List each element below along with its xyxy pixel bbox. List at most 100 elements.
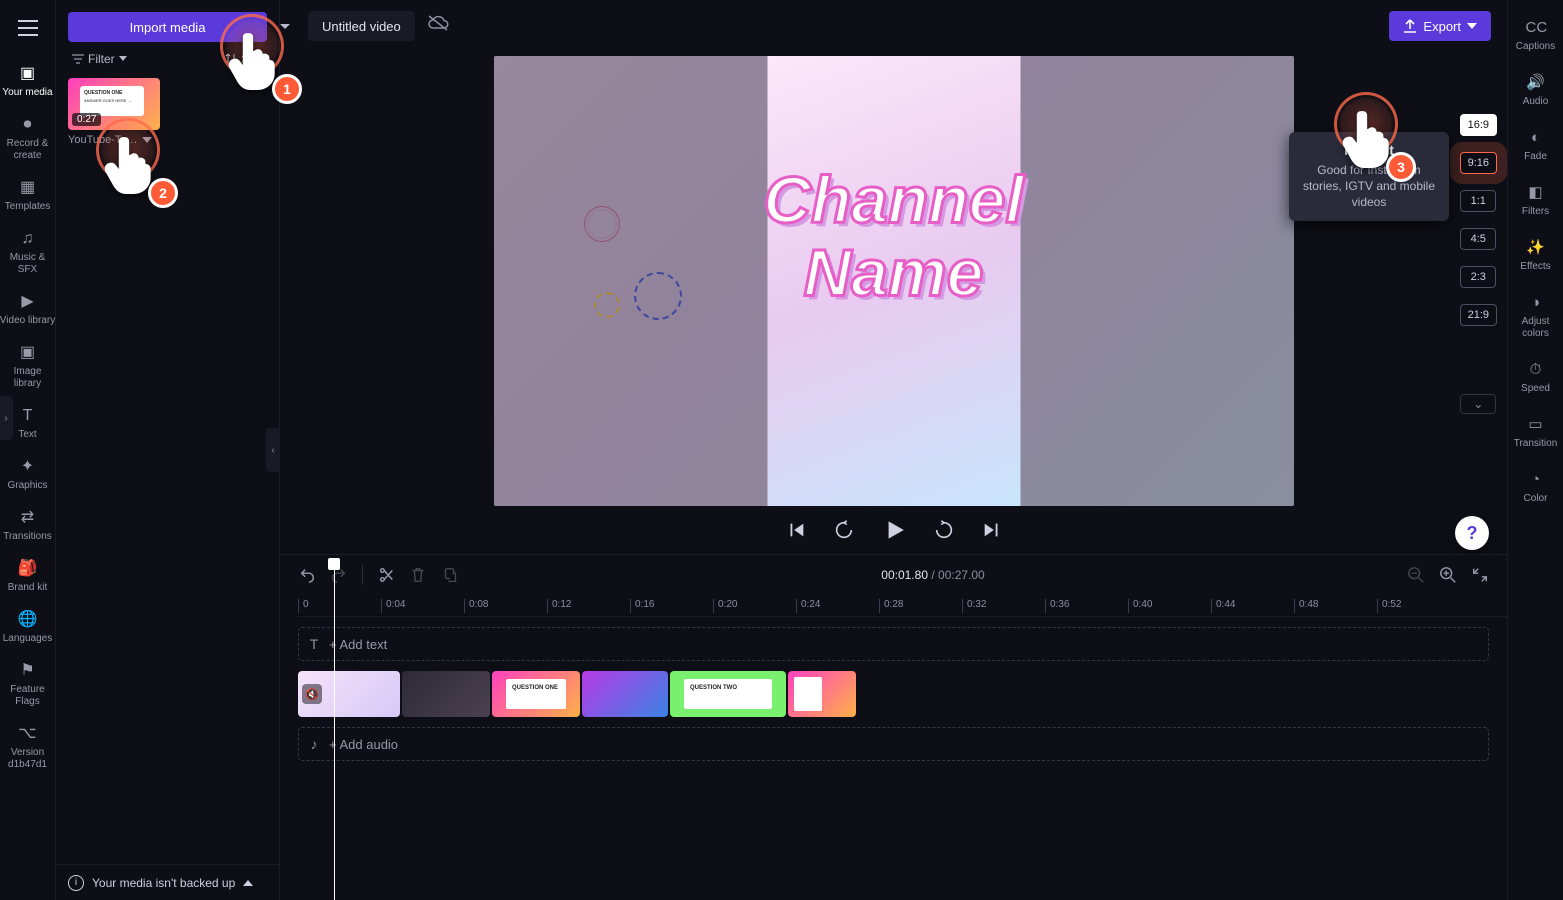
- featureflags-icon: ⚑: [18, 661, 38, 681]
- aspect-4-5[interactable]: 4:5: [1460, 228, 1496, 250]
- aspect-more-button[interactable]: ⌄: [1460, 394, 1496, 414]
- timeline: 00:01.80 / 00:27.00 00:040:080:120:160:2…: [280, 554, 1507, 900]
- aspect-21-9[interactable]: 21:9: [1460, 304, 1497, 326]
- leftnav-image-lib[interactable]: ▣Image library: [0, 337, 56, 400]
- clip-1[interactable]: 🔇: [298, 671, 400, 717]
- media-thumbnail[interactable]: QUESTION ONE ANSWER GOES HERE → 0:27 You…: [68, 78, 160, 146]
- ruler-tick: 0:20: [713, 599, 737, 613]
- video-track[interactable]: 🔇 QUESTION ONE QUESTION TWO: [298, 671, 1489, 717]
- music-icon: ♫: [18, 229, 38, 249]
- skip-end-button[interactable]: [981, 519, 1003, 541]
- leftnav-featureflags[interactable]: ⚑Feature Flags: [0, 655, 56, 718]
- rightnav-effects[interactable]: ✨Effects: [1508, 230, 1563, 285]
- aspect-9-16[interactable]: 9:16: [1460, 152, 1497, 174]
- clip-4[interactable]: [582, 671, 668, 717]
- captions-icon: CC: [1526, 18, 1546, 38]
- leftnav-record[interactable]: ⏺Record & create: [0, 109, 56, 172]
- rightnav-fade[interactable]: ◐ Fade: [1508, 120, 1563, 175]
- text-track[interactable]: T + Add text: [298, 627, 1489, 661]
- preview-canvas[interactable]: Channel Name: [494, 56, 1294, 506]
- main-area: Untitled video Export Channel Name: [280, 0, 1507, 900]
- sort-button[interactable]: Sort: [225, 52, 263, 66]
- leftnav-label: Text: [18, 429, 36, 440]
- delete-button[interactable]: [409, 566, 427, 584]
- zoom-fit-button[interactable]: [1471, 566, 1489, 584]
- ruler-tick: 0:08: [464, 599, 488, 613]
- clip-2[interactable]: [402, 671, 490, 717]
- export-label: Export: [1423, 19, 1461, 34]
- project-title-input[interactable]: Untitled video: [308, 11, 415, 41]
- leftnav-label: Image library: [14, 366, 42, 389]
- rightnav-label: Speed: [1521, 383, 1550, 394]
- record-icon: ⏺: [18, 115, 38, 135]
- clip-3[interactable]: QUESTION ONE: [492, 671, 580, 717]
- rightnav-audio[interactable]: 🔊Audio: [1508, 65, 1563, 120]
- rightnav-label: Fade: [1524, 151, 1547, 162]
- leftnav-templates[interactable]: ▦Templates: [0, 172, 56, 223]
- leftnav-video-lib[interactable]: ▶Video library: [0, 286, 56, 337]
- clip-6[interactable]: [788, 671, 856, 717]
- leftnav-graphics[interactable]: ✦Graphics: [0, 451, 56, 502]
- text-track-placeholder: + Add text: [329, 637, 387, 652]
- menu-button[interactable]: [8, 8, 48, 48]
- aspect-16-9[interactable]: 16:9: [1460, 114, 1497, 136]
- leftnav-label: Music & SFX: [10, 252, 46, 275]
- split-button[interactable]: [377, 566, 395, 584]
- zoom-out-button[interactable]: [1407, 566, 1425, 584]
- duplicate-button[interactable]: [441, 566, 459, 584]
- rightnav-transition[interactable]: ▭Transition: [1508, 407, 1563, 462]
- leftnav-languages[interactable]: 🌐Languages: [0, 604, 56, 655]
- zoom-in-button[interactable]: [1439, 566, 1457, 584]
- ruler-tick: 0: [298, 599, 309, 613]
- skip-start-button[interactable]: [785, 519, 807, 541]
- clip-mute-icon[interactable]: 🔇: [302, 684, 322, 704]
- aspect-2-3[interactable]: 2:3: [1460, 266, 1496, 288]
- rightnav-label: Adjust colors: [1522, 316, 1550, 339]
- ruler-tick: 0:24: [796, 599, 820, 613]
- leftnav-label: Version d1b47d1: [8, 747, 47, 770]
- import-media-button[interactable]: Import media: [68, 12, 267, 42]
- fade-icon: ◐: [1526, 128, 1546, 148]
- rightnav-captions[interactable]: CCCaptions: [1508, 10, 1563, 65]
- rightnav-label: Filters: [1522, 206, 1549, 217]
- collapse-media-panel[interactable]: ‹: [266, 428, 280, 472]
- preview-title-text: Channel Name: [763, 163, 1023, 308]
- backup-message: Your media isn't backed up: [92, 876, 235, 890]
- rightnav-filters[interactable]: ◧Filters: [1508, 175, 1563, 230]
- color-icon: ◔: [1526, 470, 1546, 490]
- leftnav-music[interactable]: ♫ Music & SFX: [0, 223, 56, 286]
- forward-10-button[interactable]: [933, 519, 955, 541]
- rightnav-speed[interactable]: ⏱ Speed: [1508, 352, 1563, 407]
- info-icon: i: [68, 875, 84, 891]
- rewind-10-button[interactable]: [833, 519, 855, 541]
- leftnav-label: Video library: [0, 315, 55, 326]
- effects-icon: ✨: [1526, 238, 1546, 258]
- backup-warning[interactable]: i Your media isn't backed up: [56, 864, 279, 900]
- filter-button[interactable]: Filter: [72, 52, 127, 66]
- aspect-1-1[interactable]: 1:1: [1460, 190, 1496, 212]
- playhead[interactable]: [334, 560, 335, 900]
- media-panel: Import media Filter Sort QUESTION ONE AN…: [56, 0, 280, 900]
- leftnav-version[interactable]: ⌥Version d1b47d1: [0, 718, 56, 781]
- undo-button[interactable]: [298, 566, 316, 584]
- collapse-right-panel[interactable]: ›: [0, 396, 13, 440]
- thumb-title: YouTube-Te…: [68, 134, 138, 146]
- cloud-sync-off-icon[interactable]: [427, 14, 451, 38]
- help-button[interactable]: ?: [1455, 516, 1489, 550]
- import-media-dropdown[interactable]: [264, 12, 306, 42]
- rightnav-adjust[interactable]: ◑Adjust colors: [1508, 285, 1563, 352]
- leftnav-transitions[interactable]: ⇄Transitions: [0, 502, 56, 553]
- export-button[interactable]: Export: [1389, 11, 1491, 41]
- leftnav-brandkit[interactable]: 🎒Brand kit: [0, 553, 56, 604]
- audio-track[interactable]: ♪ + Add audio: [298, 727, 1489, 761]
- leftnav-media[interactable]: ▣Your media: [0, 58, 56, 109]
- speed-icon: ⏱: [1526, 360, 1546, 380]
- play-button[interactable]: [881, 517, 907, 543]
- sort-label: Sort: [241, 52, 263, 66]
- ruler-tick: 0:12: [547, 599, 571, 613]
- leftnav-label: Graphics: [7, 480, 47, 491]
- timeline-ruler[interactable]: 00:040:080:120:160:200:240:280:320:360:4…: [298, 595, 1507, 617]
- clip-5[interactable]: QUESTION TWO: [670, 671, 786, 717]
- rightnav-color[interactable]: ◔Color: [1508, 462, 1563, 517]
- filter-label: Filter: [88, 52, 115, 66]
